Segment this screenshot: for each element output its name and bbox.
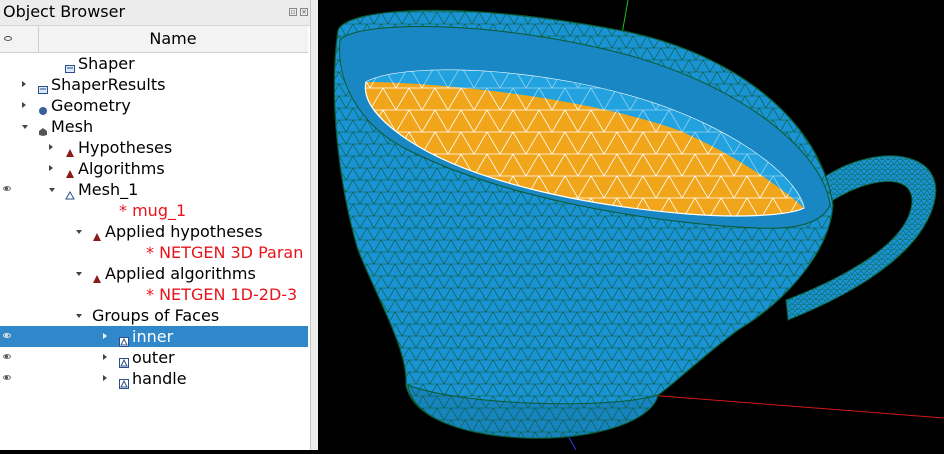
tree-item-label: * NETGEN 3D Paran (146, 243, 304, 262)
tree-item-geometry[interactable]: Geometry (0, 95, 308, 116)
face-group-icon (119, 373, 129, 389)
visibility-column-header[interactable] (0, 26, 39, 52)
chevron-down-icon[interactable] (76, 314, 82, 318)
chevron-down-icon[interactable] (76, 230, 82, 234)
tree-item-shaperresults[interactable]: ShaperResults (0, 74, 308, 95)
visibility-eye-icon[interactable] (3, 375, 11, 380)
tree-header: Name (0, 26, 308, 53)
chevron-down-icon[interactable] (49, 188, 55, 192)
tree-item-label: Algorithms (78, 159, 165, 178)
visibility-eye-icon[interactable] (3, 333, 11, 338)
tree-item-mesh[interactable]: Mesh (0, 116, 308, 137)
geometry-module-icon (38, 100, 48, 115)
algorithms-icon (65, 163, 75, 178)
chevron-down-icon[interactable] (76, 272, 82, 276)
chevron-right-icon[interactable] (49, 165, 53, 171)
tree-item-label: Mesh (51, 117, 94, 136)
face-group-icon (119, 352, 129, 368)
float-panel-icon[interactable]: ▫ (289, 8, 297, 16)
3d-viewer[interactable] (318, 0, 944, 451)
tree-item-inner[interactable]: inner (0, 326, 308, 347)
visibility-eye-icon[interactable] (3, 354, 11, 359)
chevron-right-icon[interactable] (103, 375, 107, 381)
applied-algorithms-icon (92, 268, 102, 283)
panel-title: Object Browser (3, 2, 126, 21)
mesh-module-icon (38, 121, 48, 136)
name-column-header[interactable]: Name (38, 29, 308, 48)
tree-item-label: * NETGEN 1D-2D-3 (146, 285, 298, 304)
tree-item-applied-hypotheses[interactable]: Applied hypotheses (0, 221, 308, 242)
tree-item-hypotheses[interactable]: Hypotheses (0, 137, 308, 158)
tree-item-outer[interactable]: outer (0, 347, 308, 368)
tree-item-groups-of-faces[interactable]: Groups of Faces (0, 305, 308, 326)
tree-item-mesh-1[interactable]: Mesh_1 (0, 179, 308, 200)
chevron-right-icon[interactable] (22, 81, 26, 87)
tree-item-label: inner (132, 327, 174, 346)
applied-hypotheses-icon (92, 226, 102, 241)
tree-item-label: Groups of Faces (92, 306, 220, 325)
chevron-right-icon[interactable] (22, 102, 26, 108)
chevron-right-icon[interactable] (49, 144, 53, 150)
tree-item-label: * mug_1 (119, 201, 187, 220)
shaper-results-icon (38, 79, 48, 94)
mesh-render (333, 0, 944, 451)
tree-item-label: ShaperResults (51, 75, 166, 94)
tree-item-netgen-1d-2d-3[interactable]: * NETGEN 1D-2D-3 (0, 284, 308, 305)
tree-item-handle[interactable]: handle (0, 368, 308, 389)
visibility-eye-icon[interactable] (3, 186, 11, 191)
tree-item-applied-algorithms[interactable]: Applied algorithms (0, 263, 308, 284)
tree-item-label: Applied hypotheses (105, 222, 263, 241)
panel-title-bar: Object Browser ▫ × (0, 0, 310, 26)
tree-item-mug-1[interactable]: * mug_1 (0, 200, 308, 221)
mesh-object-icon (65, 184, 75, 200)
face-group-icon (119, 331, 129, 347)
chevron-down-icon[interactable] (22, 125, 28, 129)
tree-item-label: Geometry (51, 96, 131, 115)
tree-item-netgen-3d-paran[interactable]: * NETGEN 3D Paran (0, 242, 308, 263)
close-panel-icon[interactable]: × (300, 8, 308, 16)
hypotheses-icon (65, 142, 75, 157)
tree-item-label: handle (132, 369, 187, 388)
x-axis-line (647, 394, 944, 419)
tree-item-label: Mesh_1 (78, 180, 139, 199)
tree-item-label: Hypotheses (78, 138, 173, 157)
tree-item-label: Shaper (78, 54, 135, 73)
chevron-right-icon[interactable] (103, 354, 107, 360)
chevron-right-icon[interactable] (103, 333, 107, 339)
tree-item-label: outer (132, 348, 175, 367)
eye-header-icon (4, 36, 12, 41)
tree-item-algorithms[interactable]: Algorithms (0, 158, 308, 179)
tree-item-label: Applied algorithms (105, 264, 256, 283)
object-browser-panel: Object Browser ▫ × Name Shaper ShaperResu… (0, 0, 310, 450)
shaper-module-icon (65, 58, 75, 73)
tree-item-shaper[interactable]: Shaper (0, 53, 308, 74)
